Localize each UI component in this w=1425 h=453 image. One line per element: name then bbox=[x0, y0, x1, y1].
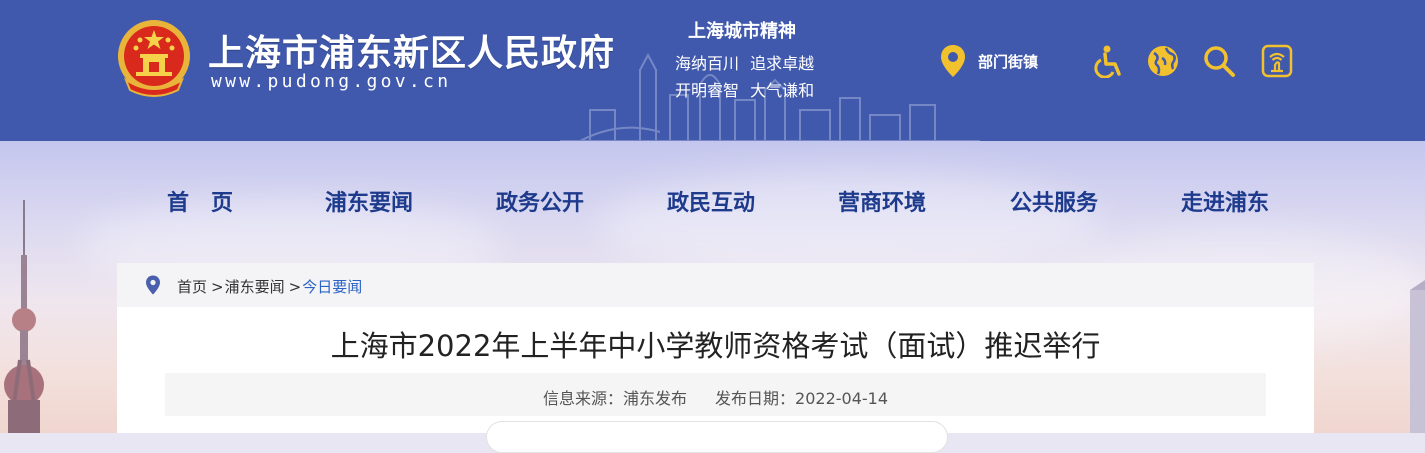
language-button[interactable] bbox=[1146, 44, 1180, 78]
nav-item-about-pudong[interactable]: 走进浦东 bbox=[1181, 185, 1269, 217]
site-url: www.pudong.gov.cn bbox=[211, 71, 452, 92]
city-spirit-line-1: 海纳百川 追求卓越 bbox=[675, 54, 815, 73]
accessibility-icon bbox=[1094, 45, 1121, 78]
search-button[interactable] bbox=[1202, 44, 1236, 78]
site-header: 上海市浦东新区人民政府 www.pudong.gov.cn 上海城市精神 海纳百… bbox=[0, 0, 1425, 141]
building-illustration bbox=[1410, 280, 1425, 433]
main-nav: 首 页 浦东要闻 政务公开 政民互动 营商环境 公共服务 走进浦东 bbox=[0, 141, 1425, 259]
article-tools-box bbox=[486, 421, 948, 453]
dept-town-link[interactable]: 部门街镇 bbox=[940, 44, 1038, 78]
breadcrumb-bar: 首页 >浦东要闻 >今日要闻 bbox=[117, 263, 1314, 307]
nav-item-business[interactable]: 营商环境 bbox=[838, 185, 926, 217]
source-label: 信息来源： bbox=[542, 389, 623, 408]
location-pin-icon bbox=[146, 275, 160, 295]
breadcrumb-home[interactable]: 首页 bbox=[177, 278, 207, 296]
breadcrumb-separator: > bbox=[288, 278, 302, 296]
breadcrumb: 首页 >浦东要闻 >今日要闻 bbox=[177, 276, 362, 297]
city-spirit-title: 上海城市精神 bbox=[688, 21, 796, 42]
national-emblem-logo bbox=[118, 20, 190, 97]
site-title[interactable]: 上海市浦东新区人民政府 bbox=[208, 24, 615, 76]
nav-item-interaction[interactable]: 政民互动 bbox=[667, 185, 755, 217]
elder-mode-icon bbox=[1261, 44, 1293, 78]
search-icon bbox=[1204, 46, 1235, 77]
article-meta-bar: 信息来源：浦东发布 发布日期：2022-04-14 bbox=[165, 373, 1266, 416]
date-value: 2022-04-14 bbox=[795, 389, 889, 408]
article-title: 上海市2022年上半年中小学教师资格考试（面试）推迟举行 bbox=[330, 329, 1101, 363]
nav-item-public-service[interactable]: 公共服务 bbox=[1010, 185, 1098, 217]
dept-town-label: 部门街镇 bbox=[978, 52, 1039, 71]
city-spirit-line-2: 开明睿智 大气谦和 bbox=[675, 81, 815, 100]
date-label: 发布日期： bbox=[715, 389, 796, 408]
source-value: 浦东发布 bbox=[623, 389, 688, 408]
nav-item-pudong-news[interactable]: 浦东要闻 bbox=[325, 185, 413, 217]
breadcrumb-today-news[interactable]: 今日要闻 bbox=[302, 278, 362, 296]
globe-icon bbox=[1148, 46, 1178, 76]
elder-mode-button[interactable] bbox=[1260, 44, 1294, 78]
nav-item-gov-affairs[interactable]: 政务公开 bbox=[496, 185, 584, 217]
article-container: 首页 >浦东要闻 >今日要闻 上海市2022年上半年中小学教师资格考试（面试）推迟举… bbox=[117, 263, 1314, 453]
breadcrumb-separator: > bbox=[211, 278, 224, 296]
article-meta: 信息来源：浦东发布 发布日期：2022-04-14 bbox=[165, 385, 1266, 409]
accessibility-button[interactable] bbox=[1091, 44, 1125, 78]
breadcrumb-pudong-news[interactable]: 浦东要闻 bbox=[225, 278, 285, 296]
location-pin-icon bbox=[941, 45, 965, 77]
nav-item-home[interactable]: 首 页 bbox=[167, 185, 233, 217]
